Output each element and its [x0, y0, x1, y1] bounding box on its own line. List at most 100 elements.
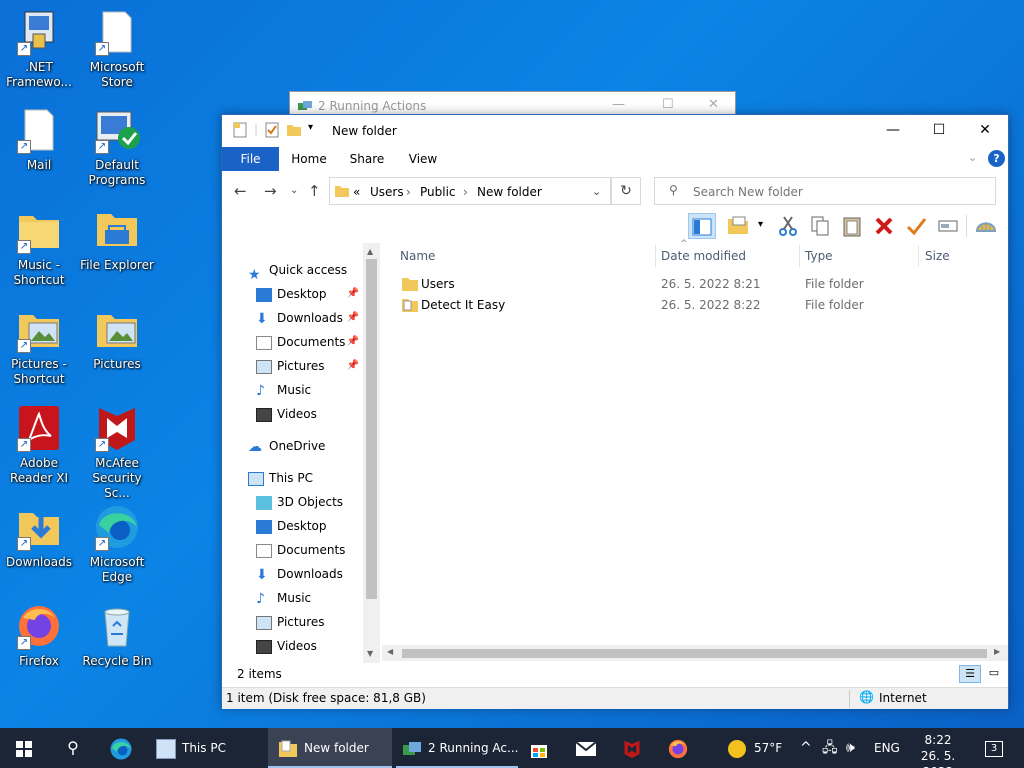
search-taskbar-button[interactable]: ⚲: [50, 728, 96, 768]
help-icon[interactable]: ?: [988, 150, 1005, 167]
minimize-icon[interactable]: —: [612, 97, 625, 112]
nav-quick-access[interactable]: ★ Quick access: [248, 259, 363, 283]
preview-pane-button[interactable]: [688, 213, 716, 239]
close-button[interactable]: ✕: [962, 115, 1008, 146]
desktop-icon-pictures-shortcut[interactable]: ↗ Pictures - Shortcut: [0, 305, 78, 387]
column-header-name[interactable]: Name: [400, 243, 650, 269]
language-indicator[interactable]: ENG: [874, 728, 900, 768]
desktop-icon-edge[interactable]: ↗ Microsoft Edge: [78, 503, 156, 585]
scroll-right-icon[interactable]: ▶: [994, 647, 1000, 656]
close-icon[interactable]: ✕: [708, 97, 719, 112]
details-view-icon[interactable]: ☰: [959, 665, 981, 683]
minimize-button[interactable]: —: [870, 115, 916, 146]
view-options-button[interactable]: [724, 213, 752, 239]
start-button[interactable]: [0, 728, 48, 768]
delete-button[interactable]: [870, 213, 898, 239]
column-separator[interactable]: [918, 245, 919, 267]
desktop-icon-pictures[interactable]: Pictures: [78, 305, 156, 372]
new-folder-icon[interactable]: [286, 122, 302, 138]
breadcrumb-public[interactable]: Public: [420, 185, 456, 199]
tab-home[interactable]: Home: [284, 147, 334, 171]
clock[interactable]: 8:22 26. 5. 2022: [906, 732, 970, 768]
maximize-button[interactable]: ☐: [916, 115, 962, 146]
weather-widget[interactable]: 57°F: [728, 728, 782, 768]
desktop-icon-music-shortcut[interactable]: ↗ Music - Shortcut: [0, 206, 78, 288]
scroll-up-icon[interactable]: ▲: [367, 247, 373, 256]
pin-icon[interactable]: 📌: [347, 331, 359, 353]
large-icons-view-icon[interactable]: ▭: [984, 665, 1004, 683]
tab-view[interactable]: View: [398, 147, 448, 171]
title-bar[interactable]: | ▾ New folder — ☐ ✕: [222, 115, 1008, 146]
column-header-date[interactable]: Date modified: [661, 243, 801, 269]
refresh-button[interactable]: ↻: [611, 177, 641, 205]
nav-pc-music[interactable]: ♪ Music: [256, 587, 363, 609]
desktop-icon-adobe-reader[interactable]: ↗ Adobe Reader XI: [0, 404, 78, 486]
forward-arrow-icon[interactable]: →: [264, 182, 277, 200]
desktop-icon-downloads[interactable]: ↗ Downloads: [0, 503, 78, 570]
scroll-down-icon[interactable]: ▼: [367, 649, 373, 658]
firefox-taskbar-button[interactable]: [658, 728, 698, 768]
nav-pc-documents[interactable]: Documents: [256, 539, 363, 561]
up-arrow-icon[interactable]: ↑: [308, 182, 321, 200]
search-input[interactable]: [693, 183, 983, 200]
cut-button[interactable]: [774, 213, 802, 239]
nav-pc-videos[interactable]: Videos: [256, 635, 363, 657]
desktop-icon-file-explorer[interactable]: File Explorer: [78, 206, 156, 273]
copy-button[interactable]: [806, 213, 834, 239]
nav-quick-desktop[interactable]: Desktop 📌: [256, 283, 363, 305]
tab-file[interactable]: File: [222, 147, 279, 171]
pin-icon[interactable]: 📌: [347, 283, 359, 305]
nav-quick-downloads[interactable]: ⬇ Downloads 📌: [256, 307, 363, 329]
desktop-icon-mail[interactable]: ↗ Mail: [0, 106, 78, 173]
column-separator[interactable]: [655, 245, 656, 267]
rename-button[interactable]: [934, 213, 962, 239]
quick-access-toolbar-dropdown-icon[interactable]: ▾: [308, 122, 313, 133]
mail-taskbar-button[interactable]: [566, 728, 606, 768]
breadcrumb-users[interactable]: Users: [370, 185, 404, 199]
notifications-button[interactable]: 3: [982, 728, 1006, 768]
taskbar-this-pc[interactable]: This PC: [150, 728, 264, 768]
volume-icon[interactable]: 🕪: [846, 728, 855, 768]
table-row[interactable]: Detect It Easy 26. 5. 2022 8:22 File fol…: [392, 295, 1002, 316]
mcafee-taskbar-button[interactable]: [612, 728, 652, 768]
paste-button[interactable]: [838, 213, 866, 239]
column-header-size[interactable]: Size: [925, 243, 995, 269]
expand-ribbon-icon[interactable]: ⌄: [968, 151, 977, 164]
nav-quick-pictures[interactable]: Pictures 📌: [256, 355, 363, 377]
breadcrumb-chevron-icon[interactable]: ›: [463, 185, 468, 199]
address-overflow[interactable]: «: [353, 185, 360, 199]
horizontal-scrollbar[interactable]: ◀ ▶: [382, 645, 1008, 661]
pin-icon[interactable]: 📌: [347, 307, 359, 329]
maximize-icon[interactable]: ☐: [662, 97, 674, 112]
view-dropdown-icon[interactable]: ▾: [758, 219, 763, 230]
back-arrow-icon[interactable]: ←: [234, 182, 247, 200]
tab-share[interactable]: Share: [342, 147, 392, 171]
recent-locations-icon[interactable]: ⌄: [290, 185, 298, 196]
file-explorer-window[interactable]: | ▾ New folder — ☐ ✕ File Home Share Vie…: [221, 114, 1009, 709]
nav-pc-3d-objects[interactable]: 3D Objects: [256, 491, 363, 513]
scroll-left-icon[interactable]: ◀: [387, 647, 393, 656]
nav-onedrive[interactable]: ☁ OneDrive: [248, 435, 363, 457]
nav-quick-documents[interactable]: Documents 📌: [256, 331, 363, 353]
taskbar-running-actions[interactable]: 2 Running Ac...: [396, 728, 518, 768]
shell-button[interactable]: [972, 213, 1000, 239]
store-taskbar-button[interactable]: [520, 728, 558, 768]
address-bar[interactable]: « Users › Public › New folder ⌄: [329, 177, 611, 205]
breadcrumb-chevron-icon[interactable]: ›: [406, 185, 411, 199]
nav-pc-pictures[interactable]: Pictures: [256, 611, 363, 633]
properties-icon[interactable]: [232, 122, 248, 138]
table-row[interactable]: Users 26. 5. 2022 8:21 File folder: [392, 274, 1002, 295]
desktop-icon-firefox[interactable]: ↗ Firefox: [0, 602, 78, 669]
breadcrumb-new-folder[interactable]: New folder: [477, 185, 542, 199]
edge-taskbar-button[interactable]: [98, 728, 144, 768]
desktop-icon-dotnet[interactable]: ↗ .NET Framewo...: [0, 8, 78, 90]
column-header-type[interactable]: Type: [805, 243, 915, 269]
check-button[interactable]: [902, 213, 930, 239]
nav-quick-music[interactable]: ♪ Music: [256, 379, 363, 401]
search-box[interactable]: ⚲: [654, 177, 996, 205]
address-dropdown-icon[interactable]: ⌄: [592, 185, 601, 198]
column-separator[interactable]: [799, 245, 800, 267]
nav-this-pc[interactable]: This PC: [248, 467, 363, 489]
nav-quick-videos[interactable]: Videos: [256, 403, 363, 425]
desktop-icon-mcafee[interactable]: ↗ McAfee Security Sc...: [78, 404, 156, 501]
